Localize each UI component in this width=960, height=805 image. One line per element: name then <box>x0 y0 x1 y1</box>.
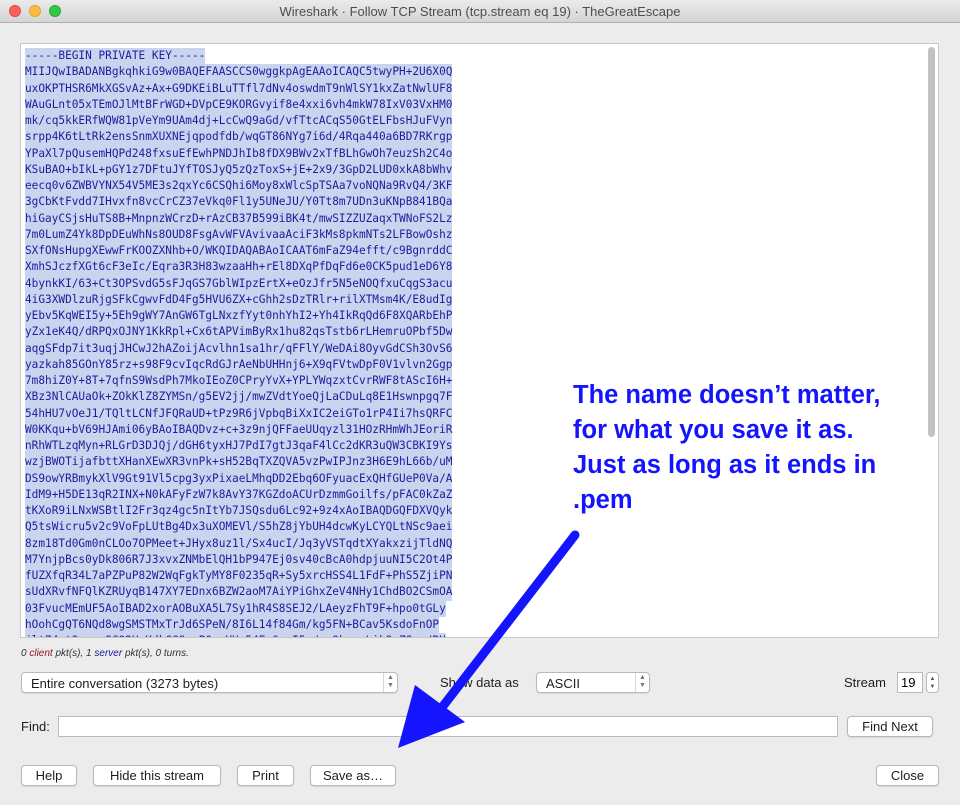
stream-text-line: 7m8hiZ0Y+8T+7qfnS9WsdPh7MkoIEoZ0CPryYvX+… <box>25 373 453 390</box>
stats-end: pkt(s), 0 turns. <box>122 648 189 659</box>
select-arrows-icon: ▲ ▼ <box>635 673 649 692</box>
stream-text-line: jlt74et3e+yuSCQ2HuKdkCGScuP0gzYUw54Ea6cy… <box>25 633 446 637</box>
stream-text-line: 4iG3XWDlzuRjgSFkCgwvFdD4Fg5HVU6ZX+cGhh2s… <box>25 291 453 308</box>
vertical-scrollbar[interactable] <box>927 47 936 636</box>
stream-text-line: 8zm18Td0Gm0nCLOo7OPMeet+JHyx8uz1l/Sx4ucI… <box>25 535 453 552</box>
stream-text-line: sUdXRvfNFQlKZRUyqB147XY7EDnx6BZW2aoM7AiY… <box>25 584 453 601</box>
window-title: Wireshark · Follow TCP Stream (tcp.strea… <box>279 4 681 19</box>
stream-text-line: WAuGLnt05xTEmOJlMtBFrWGD+DVpCE9KORGvyif8… <box>25 96 453 113</box>
stream-text-line: DS9owYRBmykXlV9Gt91Vl5cpg3yxPixaeLMhqDD2… <box>25 470 453 487</box>
stream-text-line: hiGayCSjsHuTS8B+MnpnzWCrzD+rAzCB37B599iB… <box>25 210 453 227</box>
stream-text-line: eecq0v6ZWBVYNX54V5ME3s2qxYc6CSQhi6Moy8xW… <box>25 178 453 195</box>
find-label: Find: <box>21 719 50 734</box>
annotation-line-1: The name doesn’t matter, <box>573 381 881 409</box>
stream-text-line: aqgSFdp7it3uqjJHCwJ2hAZoijAcvlhn1sa1hr/q… <box>25 340 453 357</box>
stream-text-line: 03FvucMEmUF5AoIBAD2xorAOBuXA5L7Sy1hR4S8S… <box>25 600 446 617</box>
stream-text-line: Q5tsWicru5v2c9VoFpLUtBg4Dx3uXOMEVl/S5hZ8… <box>25 519 453 536</box>
stream-text-line: srpp4K6tLtRk2ensSnmXUXNEjqpodfdb/wqGT86N… <box>25 129 453 146</box>
stream-text-line: XBz3NlCAUaOk+ZOkKlZ8ZYMSn/g5EV2jj/mwZVdt… <box>25 389 453 406</box>
stream-text-line: 7m0LumZ4Yk8DpDEuWhNs8OUD8FsgAvWFVAvivaaA… <box>25 226 453 243</box>
show-data-as-label: Show data as <box>440 675 519 690</box>
stream-text-line: uxOKPTHSR6MkXGSvAz+Ax+G9DKEiBLuTTfl7dNv4… <box>25 80 453 97</box>
stream-text-line: hOohCgQT6NQd8wgSMSTMxTrJd6SPeN/8I6L14f84… <box>25 616 440 633</box>
show-data-as-select[interactable]: ASCII ▲ ▼ <box>536 672 650 693</box>
print-button[interactable]: Print <box>237 765 294 786</box>
title-bar: Wireshark · Follow TCP Stream (tcp.strea… <box>0 0 960 23</box>
stream-text-line: 3gCbKtFvdd7IHvxfn8vcCrCZ37eVkq0Fl1y5UNeJ… <box>25 194 453 211</box>
stream-text-line: mk/cq5kkERfWQW81pVeYm9UAm4dj+LcCwQ9aGd/v… <box>25 113 453 130</box>
stream-text-line: -----BEGIN PRIVATE KEY----- <box>25 48 206 65</box>
stats-mid: pkt(s), <box>52 648 87 659</box>
conversation-select[interactable]: Entire conversation (3273 bytes) ▲ ▼ <box>21 672 398 693</box>
stream-text-line: wzjBWOTijafbttXHanXEwXR3vnPk+sH52BqTXZQV… <box>25 454 453 471</box>
hide-stream-button[interactable]: Hide this stream <box>93 765 221 786</box>
find-next-button[interactable]: Find Next <box>847 716 933 737</box>
stream-label: Stream <box>844 675 886 690</box>
help-button[interactable]: Help <box>21 765 77 786</box>
server-label: server <box>94 648 123 659</box>
stream-text-line: SXfONsHupgXEwwFrKOOZXNhb+O/WKQIDAQABAoIC… <box>25 243 453 260</box>
find-input[interactable] <box>58 716 838 737</box>
client-count: 0 <box>21 648 27 659</box>
stream-text-line: M7YnjpBcs0yDk806R7J3xvxZNMbElQH1bP947Ej0… <box>25 551 453 568</box>
packet-stats: 0 client pkt(s), 1 server pkt(s), 0 turn… <box>21 648 189 659</box>
stream-text-line: 4bynkKI/63+Ct3OPSvdG5sFJqGS7GblWIpzErtX+… <box>25 275 453 292</box>
annotation-text: The name doesn’t matter, for what you sa… <box>573 378 953 518</box>
stream-text-line: W0KKqu+bV69HJAmi06yBAoIBAQDvz+c+3z9njQFF… <box>25 421 453 438</box>
annotation-line-3: Just as long as it ends in <box>573 451 877 479</box>
stream-text-area[interactable]: -----BEGIN PRIVATE KEY----- MIIJQwIBADANB… <box>20 43 939 638</box>
stream-text-line: KSuBAO+bIkL+pGY1z7DFtuJYfTOSJyQ5zQzToxS+… <box>25 161 453 178</box>
stream-text-line: 54hHU7vOeJ1/TQltLCNfJFQRaUD+tPz9R6jVpbqB… <box>25 405 453 422</box>
stream-text-line: tKXoR9iLNxWSBtlI2Fr3qz4gc5nItYb7JSQsdu6L… <box>25 503 453 520</box>
stream-text-line: fUZXfqR34L7aPZPuP82W2WqFgkTyMY8F0235qR+S… <box>25 568 453 585</box>
client-label: client <box>29 648 53 659</box>
stream-text-line: MIIJQwIBADANBgkqhkiG9w0BAQEFAASCCS0wggkp… <box>25 64 453 81</box>
save-as-button[interactable]: Save as… <box>310 765 396 786</box>
select-arrows-icon: ▲ ▼ <box>383 673 397 692</box>
stream-text-line: nRhWTLzqMyn+RLGrD3DJQj/dGH6tyxHJ7PdI7gtJ… <box>25 438 453 455</box>
stream-text-line: YPaXl7pQusemHQPd248fxsuEfEwhPNDJhIb8fDX9… <box>25 145 453 162</box>
conversation-select-value: Entire conversation (3273 bytes) <box>31 676 219 691</box>
stream-text-line: yEbv5KqWEI5y+5Eh9gWY7AnGW6TgLNxzfYyt0nhY… <box>25 308 453 325</box>
stream-text-line: IdM9+H5DE13qR2INX+N0kAFyFzW7k8AvY37KGZdo… <box>25 486 453 503</box>
stream-text-line: yZx1eK4Q/dRPQxOJNY1KkRpl+Cx6tAPVimByRx1h… <box>25 324 453 341</box>
stream-number-field[interactable]: 19 <box>897 672 923 693</box>
stream-text-line: XmhSJczfXGt6cF3eIc/Eqra3R3H83wzaaHh+rEl8… <box>25 259 453 276</box>
annotation-line-4: .pem <box>573 486 633 514</box>
stream-text-content: -----BEGIN PRIVATE KEY----- MIIJQwIBADANB… <box>25 48 453 637</box>
show-data-as-value: ASCII <box>546 676 580 691</box>
stream-stepper[interactable]: ▲ ▼ <box>926 672 939 693</box>
server-count: 1 <box>86 648 92 659</box>
close-button[interactable]: Close <box>876 765 939 786</box>
stream-text-line: yazkah85GOnY85rz+s98F9cvIqcRdGJrAeNbUHHn… <box>25 356 453 373</box>
annotation-line-2: for what you save it as. <box>573 416 854 444</box>
